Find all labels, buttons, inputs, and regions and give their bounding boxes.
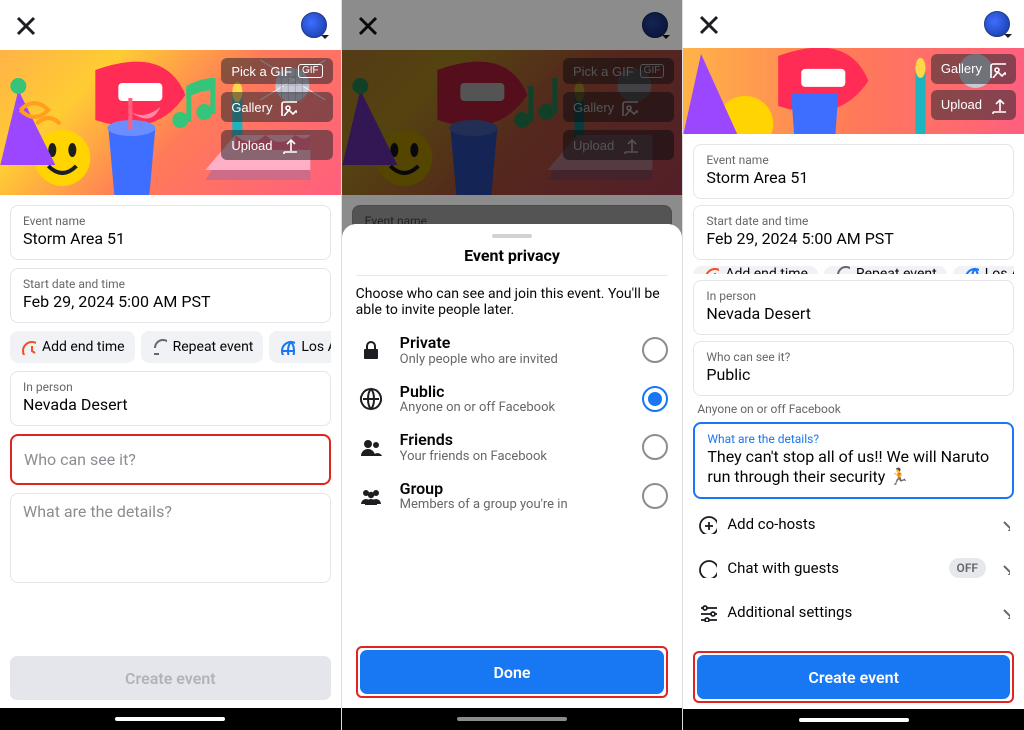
privacy-field[interactable]: Who can see it? Public (693, 341, 1014, 396)
start-datetime-field[interactable]: Start date and time Feb 29, 2024 5:00 AM… (693, 205, 1014, 260)
field-value: Feb 29, 2024 5:00 AM PST (23, 292, 318, 312)
screen-1-create-event: Pick a GIFGIF Gallery Upload Event name … (0, 0, 342, 730)
highlight: Done (356, 646, 669, 698)
picture-icon (988, 60, 1006, 78)
sheet-title: Event privacy (356, 246, 669, 265)
repeat-icon (151, 339, 167, 355)
form-area: Event name Storm Area 51 Start date and … (683, 134, 1024, 642)
globe-icon (963, 266, 979, 275)
radio[interactable] (642, 337, 668, 363)
highlight: Create event (693, 651, 1014, 703)
titlebar (0, 0, 341, 50)
event-name-field[interactable]: Event name Storm Area 51 (693, 144, 1014, 199)
row-add-cohosts[interactable]: Add co-hosts (693, 505, 1014, 543)
create-event-button[interactable]: Create event (697, 655, 1010, 699)
quick-chips: Add end time Repeat event Los Angele (10, 331, 331, 363)
upload-icon (279, 136, 297, 154)
row-additional-settings[interactable]: Additional settings (693, 593, 1014, 631)
clock-icon (703, 266, 719, 275)
gallery-button[interactable]: Gallery (221, 92, 332, 122)
field-placeholder: What are the details? (23, 502, 318, 521)
toggle-state: OFF (949, 558, 986, 578)
privacy-hint: Anyone on or off Facebook (693, 402, 1014, 416)
details-field[interactable]: What are the details? They can't stop al… (693, 422, 1014, 499)
event-privacy-sheet: Event privacy Choose who can see and joi… (342, 224, 683, 708)
chip-timezone[interactable]: Los Angele (953, 266, 1014, 275)
android-nav (0, 708, 341, 730)
privacy-field[interactable]: Who can see it? (10, 434, 331, 485)
settings-icon (697, 602, 717, 622)
row-chat-with-guests[interactable]: Chat with guests OFF (693, 549, 1014, 587)
chip-timezone[interactable]: Los Angele (269, 331, 330, 363)
done-button[interactable]: Done (360, 650, 665, 694)
privacy-option-public[interactable]: PublicAnyone on or off Facebook (356, 375, 669, 424)
chevron-right-icon (996, 517, 1010, 531)
lock-icon (356, 335, 386, 365)
pick-gif-button[interactable]: Pick a GIFGIF (221, 58, 332, 84)
chevron-right-icon (996, 605, 1010, 619)
radio[interactable] (642, 483, 668, 509)
event-name-field[interactable]: Event name Storm Area 51 (10, 205, 331, 260)
chevron-right-icon (996, 561, 1010, 575)
gallery-button[interactable]: Gallery (931, 54, 1016, 84)
privacy-option-group[interactable]: GroupMembers of a group you're in (356, 472, 669, 521)
friends-icon (356, 432, 386, 462)
sheet-grabber[interactable] (492, 234, 532, 238)
repeat-icon (834, 266, 850, 275)
event-cover-banner: Pick a GIFGIF Gallery Upload (0, 50, 341, 195)
screen-2-privacy-sheet: Pick a GIFGIF Gallery Upload Event name … (342, 0, 684, 730)
privacy-option-private[interactable]: PrivateOnly people who are invited (356, 326, 669, 375)
globe-icon (356, 384, 386, 414)
upload-icon (988, 96, 1006, 114)
field-placeholder: Who can see it? (24, 450, 317, 469)
quick-chips: Add end time Repeat event Los Angele (693, 266, 1014, 275)
bottom-bar: Create event (683, 641, 1024, 703)
close-icon[interactable] (697, 13, 719, 35)
field-label: Event name (23, 214, 318, 228)
field-label: Start date and time (23, 277, 318, 291)
field-label: In person (23, 380, 318, 394)
chat-icon (697, 558, 717, 578)
globe-icon (279, 339, 295, 355)
start-datetime-field[interactable]: Start date and time Feb 29, 2024 5:00 AM… (10, 268, 331, 323)
details-field[interactable]: What are the details? (10, 493, 331, 583)
chip-add-end-time[interactable]: Add end time (693, 266, 818, 275)
chip-add-end-time[interactable]: Add end time (10, 331, 135, 363)
avatar[interactable] (984, 11, 1010, 37)
field-value: Nevada Desert (23, 395, 318, 415)
screen-3-ready-to-create: Gallery Upload Event name Storm Area 51 … (683, 0, 1024, 730)
group-icon (356, 481, 386, 511)
event-cover-banner: Gallery Upload (683, 48, 1024, 134)
avatar[interactable] (301, 12, 327, 38)
sheet-description: Choose who can see and join this event. … (356, 286, 669, 318)
radio[interactable] (642, 434, 668, 460)
android-nav (683, 709, 1024, 730)
close-icon[interactable] (14, 14, 36, 36)
form-area: Event name Storm Area 51 Start date and … (0, 195, 341, 646)
chip-repeat-event[interactable]: Repeat event (824, 266, 947, 275)
picture-icon (279, 98, 297, 116)
upload-button[interactable]: Upload (221, 130, 332, 160)
privacy-option-friends[interactable]: FriendsYour friends on Facebook (356, 423, 669, 472)
gif-icon: GIF (298, 64, 323, 78)
location-field[interactable]: In person Nevada Desert (693, 280, 1014, 335)
field-value: Storm Area 51 (23, 229, 318, 249)
clock-icon (20, 339, 36, 355)
location-field[interactable]: In person Nevada Desert (10, 371, 331, 426)
bottom-bar: Create event (0, 646, 341, 700)
radio[interactable] (642, 386, 668, 412)
titlebar (683, 0, 1024, 48)
create-event-button[interactable]: Create event (10, 656, 331, 700)
upload-button[interactable]: Upload (931, 90, 1016, 120)
chip-repeat-event[interactable]: Repeat event (141, 331, 264, 363)
plus-icon (697, 514, 717, 534)
